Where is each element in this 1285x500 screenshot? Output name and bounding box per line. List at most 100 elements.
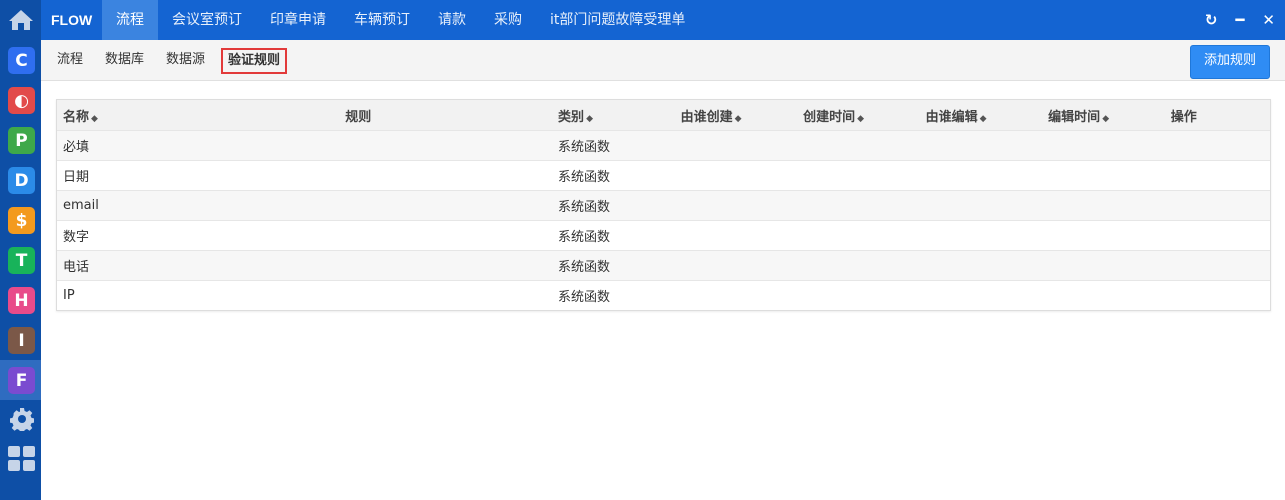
table-cell	[797, 220, 920, 251]
table-cell	[797, 130, 920, 161]
sort-icon[interactable]: ◆	[980, 114, 987, 124]
column-header-label: 由谁创建	[680, 109, 733, 125]
sidebar-app-2[interactable]: ◐	[8, 87, 35, 114]
top-tab-7[interactable]: it部门问题故障受理单	[536, 0, 699, 40]
sidebar-app-4[interactable]: D	[8, 167, 35, 194]
table-row[interactable]: 必填 系统函数	[57, 130, 1270, 161]
sidebar-app-3[interactable]: P	[8, 127, 35, 154]
column-header-8: 操作	[1164, 100, 1270, 131]
brand-logo[interactable]: FLOW	[51, 0, 92, 40]
sort-icon[interactable]: ◆	[857, 114, 864, 124]
table-row[interactable]: IP 系统函数	[57, 280, 1270, 310]
table-cell	[919, 160, 1043, 191]
sort-icon[interactable]: ◆	[586, 114, 593, 124]
column-header-6[interactable]: 由谁编辑 ◆	[919, 100, 1043, 131]
table-cell: 系统函数	[552, 130, 675, 161]
table-row[interactable]: email 系统函数	[57, 190, 1270, 221]
table-cell	[674, 250, 798, 281]
sidebar-app-7[interactable]: H	[8, 287, 35, 314]
table-cell	[339, 160, 553, 191]
sidebar-app-6[interactable]: T	[8, 247, 35, 274]
table-body: 必填 系统函数 日期 系统函数 email 系统函数 数字 系统函数 电话 系统函数 IP 系统函数	[57, 130, 1270, 310]
table-cell: email	[57, 190, 340, 221]
top-tab-4[interactable]: 车辆预订	[340, 0, 424, 40]
sort-icon[interactable]: ◆	[1102, 114, 1109, 124]
table-cell	[797, 190, 920, 221]
gear-icon	[9, 407, 34, 431]
table-cell	[674, 280, 798, 310]
table-cell	[1164, 250, 1270, 281]
column-header-3[interactable]: 类别 ◆	[552, 100, 675, 131]
table-header-row: 名称 ◆ 规则 类别 ◆ 由谁创建 ◆ 创建时间 ◆ 由谁编辑 ◆ 编辑时间 ◆ 操作	[57, 100, 1270, 131]
column-header-label: 类别	[558, 109, 585, 125]
table-cell	[919, 220, 1043, 251]
top-tabs: 流程 会议室预订 印章申请 车辆预订 请款 采购 it部门问题故障受理单	[102, 0, 699, 40]
table-cell	[674, 130, 798, 161]
table-cell	[1042, 190, 1165, 221]
table-cell: 必填	[57, 130, 340, 161]
table-row[interactable]: 数字 系统函数	[57, 220, 1270, 251]
table-cell	[797, 160, 920, 191]
top-navbar: FLOW 流程 会议室预订 印章申请 车辆预订 请款 采购 it部门问题故障受理单 ↻ ━ …	[41, 0, 1285, 40]
column-header-7[interactable]: 编辑时间 ◆	[1042, 100, 1165, 131]
top-tab-3[interactable]: 印章申请	[256, 0, 340, 40]
table-cell: 日期	[57, 160, 340, 191]
top-tab-5[interactable]: 请款	[424, 0, 480, 40]
top-tab-6[interactable]: 采购	[480, 0, 536, 40]
table-cell	[674, 190, 798, 221]
refresh-icon[interactable]: ↻	[1205, 11, 1218, 29]
table-cell: 数字	[57, 220, 340, 251]
left-sidebar: C ◐ P D $ T H I F	[0, 0, 41, 500]
add-rule-button[interactable]: 添加规则	[1190, 45, 1270, 79]
table-cell	[339, 280, 553, 310]
column-header-label: 操作	[1170, 109, 1197, 125]
column-header-5[interactable]: 创建时间 ◆	[797, 100, 920, 131]
sidebar-app-8[interactable]: I	[8, 327, 35, 354]
sort-icon[interactable]: ◆	[735, 114, 742, 124]
settings-button[interactable]	[8, 405, 35, 432]
sub-tab-2[interactable]: 数据库	[99, 48, 150, 74]
table-cell	[1042, 220, 1165, 251]
sub-navbar: 流程 数据库 数据源 验证规则 添加规则	[41, 40, 1285, 81]
table-cell	[339, 220, 553, 251]
table-cell: 系统函数	[552, 280, 675, 310]
table-cell: 系统函数	[552, 220, 675, 251]
sidebar-app-1[interactable]: C	[8, 47, 35, 74]
table-row[interactable]: 电话 系统函数	[57, 250, 1270, 281]
column-header-label: 规则	[345, 109, 372, 125]
sidebar-app-9[interactable]: F	[8, 367, 35, 394]
table-cell	[1164, 280, 1270, 310]
table-cell: 电话	[57, 250, 340, 281]
close-icon[interactable]: ✕	[1262, 11, 1275, 29]
table-cell	[797, 280, 920, 310]
sort-icon[interactable]: ◆	[91, 114, 98, 124]
table-cell	[1042, 130, 1165, 161]
minimize-icon[interactable]: ━	[1235, 11, 1244, 29]
top-tab-2[interactable]: 会议室预订	[158, 0, 256, 40]
column-header-label: 由谁编辑	[925, 109, 978, 125]
column-header-label: 名称	[63, 109, 90, 125]
top-tab-1[interactable]: 流程	[102, 0, 158, 40]
sub-tab-4[interactable]: 验证规则	[221, 48, 288, 74]
sidebar-app-5[interactable]: $	[8, 207, 35, 234]
sub-tab-3[interactable]: 数据源	[160, 48, 211, 74]
table-cell: IP	[57, 280, 340, 310]
column-header-2: 规则	[339, 100, 553, 131]
table-row[interactable]: 日期 系统函数	[57, 160, 1270, 191]
grid-cell	[8, 446, 20, 457]
column-header-4[interactable]: 由谁创建 ◆	[674, 100, 798, 131]
column-header-1[interactable]: 名称 ◆	[57, 100, 340, 131]
table-cell	[1164, 190, 1270, 221]
table-cell	[1164, 160, 1270, 191]
table-cell	[1164, 220, 1270, 251]
table-cell	[339, 250, 553, 281]
window-controls: ↻ ━ ✕	[1205, 0, 1275, 40]
sub-tab-1[interactable]: 流程	[51, 48, 89, 74]
table-cell	[1164, 130, 1270, 161]
table-cell	[797, 250, 920, 281]
home-icon	[8, 10, 33, 30]
grid-cell	[23, 446, 35, 457]
apps-grid-button[interactable]	[8, 445, 35, 472]
table-cell	[1042, 160, 1165, 191]
home-button[interactable]	[0, 0, 41, 40]
